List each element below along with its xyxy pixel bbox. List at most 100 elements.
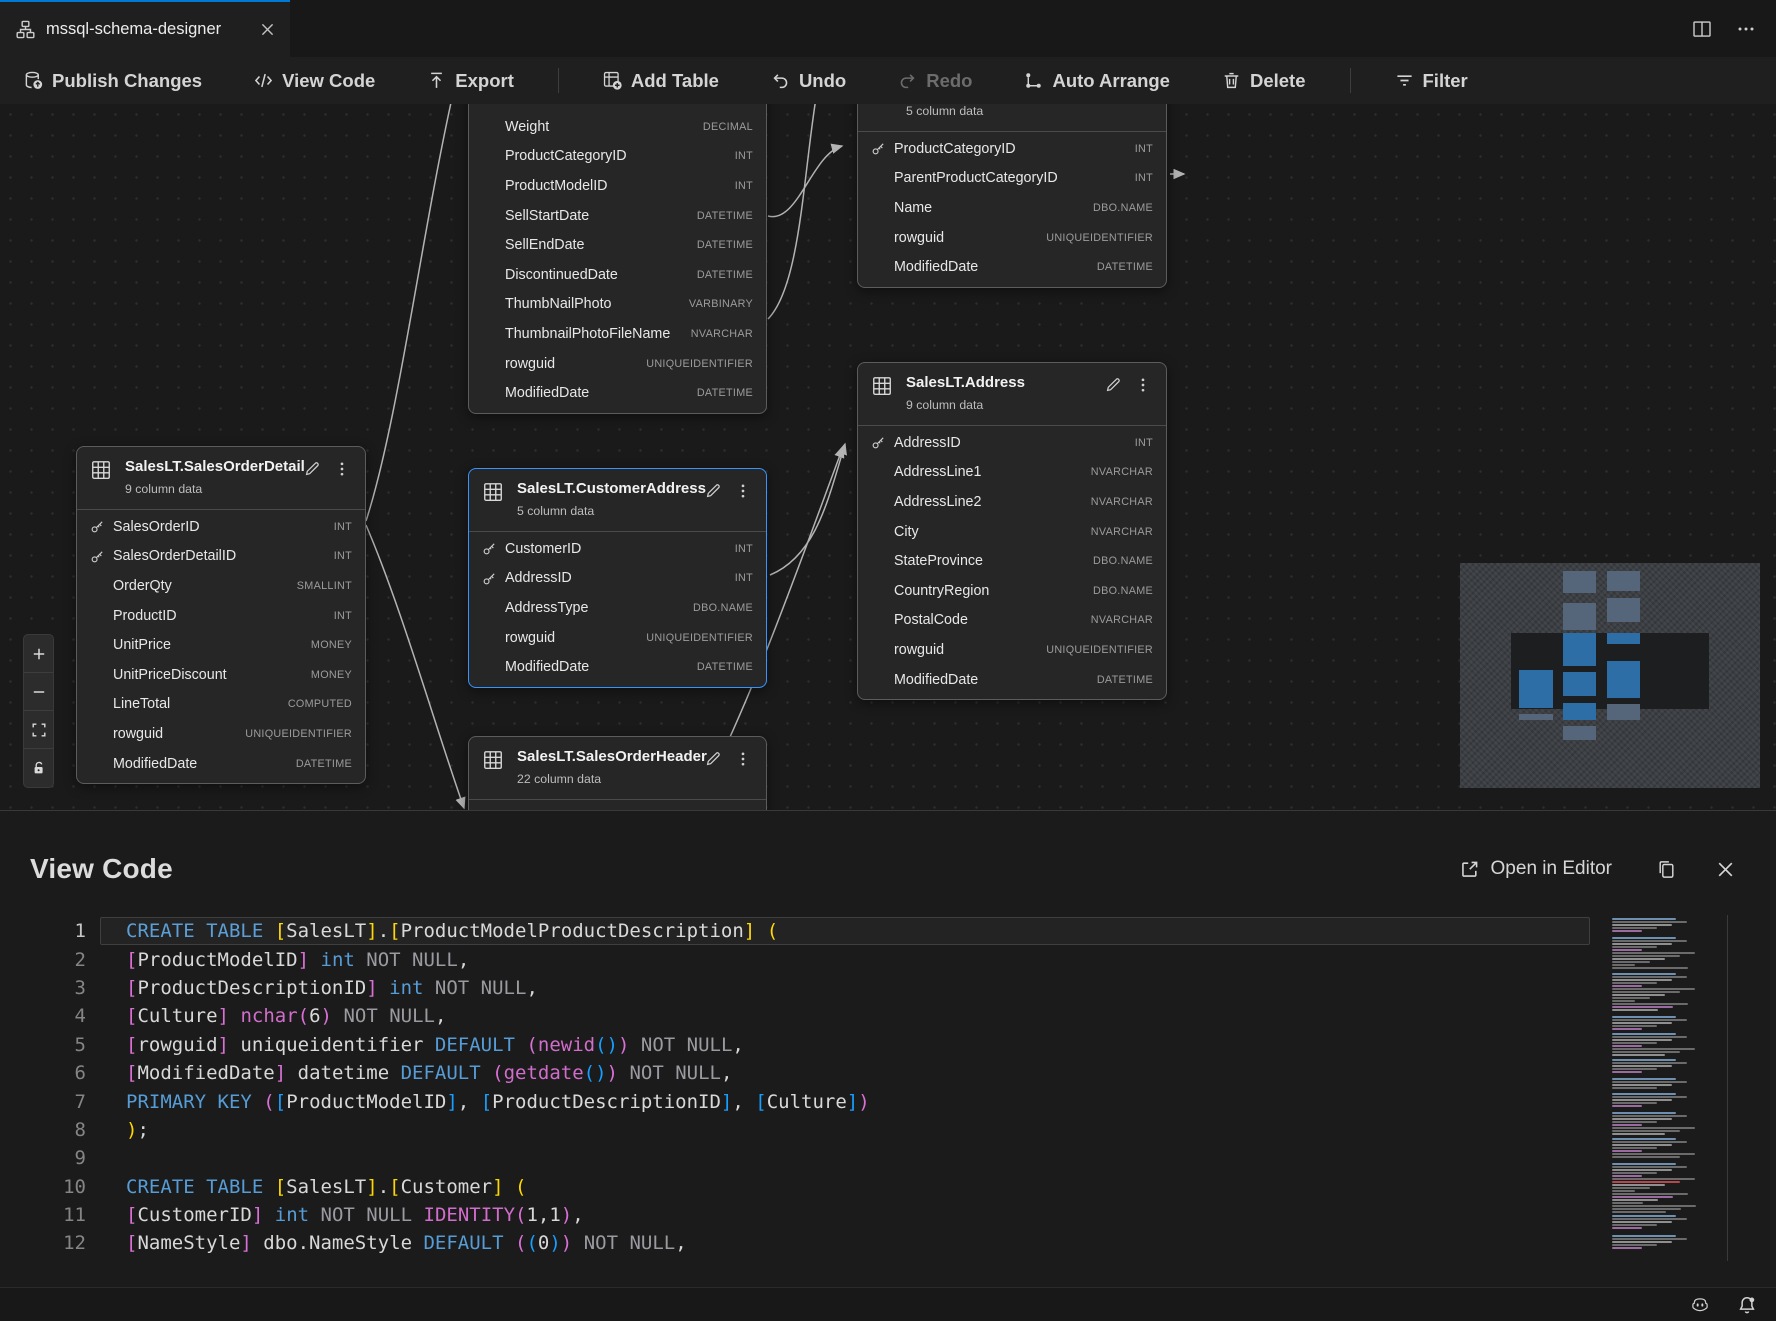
code-minimap-line [1612, 1118, 1672, 1120]
column-type: NVARCHAR [1091, 496, 1153, 508]
more-menu-icon[interactable] [1134, 376, 1152, 394]
line-number: 8 [0, 1119, 86, 1141]
column-type: DATETIME [697, 387, 753, 399]
toolbar-label: Export [455, 70, 514, 92]
arrange-icon [1024, 71, 1043, 90]
table-header: SalesLT.SalesOrderDetail9 column data [77, 447, 365, 509]
column-name: rowguid [894, 642, 1046, 658]
column-type: INT [735, 572, 753, 584]
minimap-table-block [1607, 661, 1640, 698]
column-type: INT [735, 180, 753, 192]
toolbar-button-export[interactable]: Export [427, 70, 514, 92]
lock-icon [31, 760, 47, 776]
toolbar-button-view-code[interactable]: View Code [254, 70, 375, 92]
open-in-editor-button[interactable]: Open in Editor [1459, 858, 1612, 880]
close-panel-icon[interactable] [1715, 859, 1736, 880]
table-subtitle: 5 column data [517, 504, 594, 518]
more-menu-icon[interactable] [734, 750, 752, 768]
diagram-minimap[interactable] [1460, 563, 1760, 788]
tab-mssql-schema-designer[interactable]: mssql-schema-designer [0, 0, 290, 57]
more-actions-icon[interactable] [1736, 19, 1756, 39]
primary-key-icon [871, 141, 894, 156]
toolbar-button-delete[interactable]: Delete [1222, 70, 1306, 92]
zoom-out-button[interactable] [24, 673, 53, 711]
primary-key-icon [871, 435, 894, 450]
code-minimap-line [1612, 1028, 1642, 1030]
fit-view-button[interactable] [24, 711, 53, 749]
code-minimap-line [1612, 1022, 1672, 1024]
code-minimap-line [1612, 1124, 1642, 1126]
code-minimap-line [1612, 1042, 1657, 1044]
code-minimap-line [1612, 1181, 1680, 1183]
toolbar-button-undo[interactable]: Undo [771, 70, 846, 92]
code-icon [254, 71, 273, 90]
edge-customeraddress-address [770, 444, 845, 575]
code-minimap-border [1727, 915, 1728, 1261]
column-type: MONEY [311, 669, 352, 681]
edit-pencil-icon[interactable] [704, 482, 722, 500]
column-name: ProductCategoryID [505, 148, 735, 164]
diagram-canvas[interactable]: WeightDECIMALProductCategoryIDINTProduct… [0, 104, 1776, 810]
code-text: [Culture] nchar(6) NOT NULL, [126, 1005, 446, 1027]
column-name: SellStartDate [505, 208, 697, 224]
copy-icon[interactable] [1656, 859, 1677, 880]
code-minimap-line [1612, 1102, 1657, 1104]
column-type: DBO.NAME [1093, 585, 1153, 597]
toolbar-button-add-table[interactable]: Add Table [603, 70, 719, 92]
code-minimap[interactable] [1612, 918, 1730, 1266]
bell-icon[interactable] [1737, 1295, 1757, 1315]
code-minimap-line [1612, 1127, 1695, 1129]
column-type: INT [735, 150, 753, 162]
code-minimap-line [1612, 1006, 1673, 1008]
column-name: rowguid [505, 356, 646, 372]
table-customer-address[interactable]: SalesLT.CustomerAddress5 column dataCust… [468, 468, 767, 688]
panel-actions: Open in Editor [1459, 858, 1736, 880]
code-line: 1CREATE TABLE [SalesLT].[ProductModelPro… [0, 917, 1776, 945]
code-line: 12[NameStyle] dbo.NameStyle DEFAULT ((0)… [0, 1229, 1776, 1257]
edit-pencil-icon[interactable] [303, 460, 321, 478]
table-row: ParentProductCategoryIDINT [858, 164, 1166, 194]
table-sales-order-detail[interactable]: SalesLT.SalesOrderDetail9 column dataSal… [76, 446, 366, 784]
table-sales-order-header[interactable]: SalesLT.SalesOrderHeader22 column dataSa… [468, 736, 767, 810]
code-text: PRIMARY KEY ([ProductModelID], [ProductD… [126, 1091, 870, 1113]
table-rows: SalesOrderIDINT [469, 799, 766, 810]
column-name: City [894, 524, 1091, 540]
table-product[interactable]: WeightDECIMALProductCategoryIDINTProduct… [468, 104, 767, 414]
table-rows: WeightDECIMALProductCategoryIDINTProduct… [469, 104, 766, 413]
line-number: 12 [0, 1232, 86, 1254]
minimap-table-block [1563, 603, 1596, 630]
code-line: 10CREATE TABLE [SalesLT].[Customer] ( [0, 1173, 1776, 1201]
copilot-icon[interactable] [1690, 1295, 1710, 1315]
column-name: ThumbNailPhoto [505, 296, 689, 312]
code-minimap-line [1612, 1144, 1672, 1146]
close-icon[interactable] [259, 21, 276, 38]
toolbar-button-filter[interactable]: Filter [1395, 70, 1468, 92]
zoom-in-button[interactable] [24, 635, 53, 673]
table-row: ModifiedDateDATETIME [77, 749, 365, 779]
table-row: ProductModelIDINT [469, 171, 766, 201]
column-type: DATETIME [697, 269, 753, 281]
column-type: INT [1135, 172, 1153, 184]
column-type: DATETIME [1097, 261, 1153, 273]
more-menu-icon[interactable] [333, 460, 351, 478]
table-row: ThumbNailPhotoVARBINARY [469, 290, 766, 320]
toolbar-button-auto-arrange[interactable]: Auto Arrange [1024, 70, 1170, 92]
more-menu-icon[interactable] [734, 482, 752, 500]
edit-pencil-icon[interactable] [704, 750, 722, 768]
code-minimap-line [1612, 985, 1642, 987]
code-line: 11[CustomerID] int NOT NULL IDENTITY(1,1… [0, 1201, 1776, 1229]
column-name: LineTotal [113, 696, 288, 712]
toolbar-button-publish-changes[interactable]: Publish Changes [24, 70, 202, 92]
table-product-category[interactable]: 5 column dataProductCategoryIDINTParentP… [857, 104, 1167, 288]
code-minimap-line [1612, 1244, 1657, 1246]
minimap-table-block [1519, 670, 1553, 708]
table-subtitle: 22 column data [517, 772, 601, 786]
table-address[interactable]: SalesLT.Address9 column dataAddressIDINT… [857, 362, 1167, 700]
edit-pencil-icon[interactable] [1104, 376, 1122, 394]
column-name: StateProvince [894, 553, 1093, 569]
split-editor-icon[interactable] [1692, 19, 1712, 39]
column-name: AddressLine1 [894, 464, 1091, 480]
minimap-table-block [1563, 633, 1596, 666]
trash-icon [1222, 71, 1241, 90]
lock-button[interactable] [24, 749, 53, 787]
